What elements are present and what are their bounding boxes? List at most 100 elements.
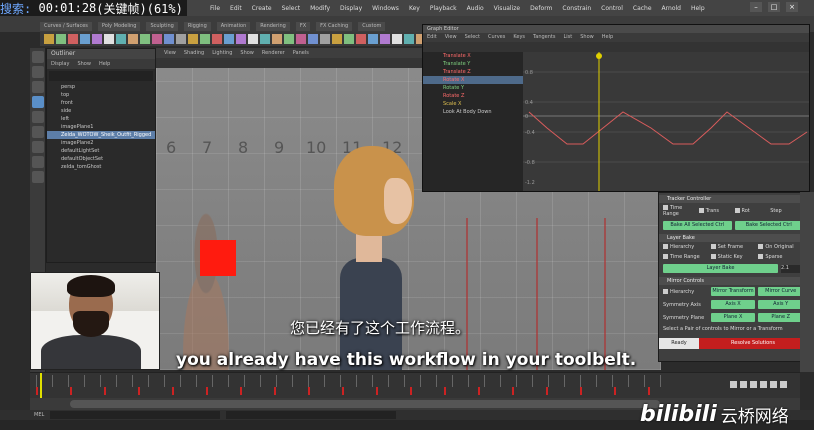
curve-item[interactable]: Translate Z	[423, 68, 523, 76]
curve-item[interactable]: Translate Y	[423, 60, 523, 68]
mirror-transform-button[interactable]: Mirror Transform	[710, 287, 756, 296]
outliner-item[interactable]: side	[47, 107, 155, 115]
shelf-tool-icon[interactable]	[260, 34, 270, 44]
section-mirror[interactable]: Mirror Controls	[659, 277, 807, 285]
menu-item[interactable]: Select	[282, 5, 301, 12]
outliner-item[interactable]: left	[47, 115, 155, 123]
checkbox-icon[interactable]	[698, 208, 704, 213]
layout-four-icon[interactable]	[32, 156, 44, 168]
checkbox-icon[interactable]	[758, 244, 764, 249]
ge-menu-list[interactable]: List	[563, 33, 572, 42]
bake-selected-button[interactable]: Bake Selected Ctrl	[734, 221, 803, 230]
menu-item[interactable]: Constrain	[562, 5, 591, 12]
shelf-tool-icon[interactable]	[44, 34, 54, 44]
translate-curve[interactable]	[528, 111, 808, 145]
outliner-menu-help[interactable]: Help	[99, 59, 110, 69]
outliner-search-input[interactable]	[49, 71, 153, 81]
menu-item[interactable]: Audio	[467, 5, 484, 12]
shelf-tool-icon[interactable]	[368, 34, 378, 44]
menu-item[interactable]: Display	[340, 5, 362, 12]
vp-menu-lighting[interactable]: Lighting	[212, 48, 232, 58]
play-forward-icon[interactable]	[760, 381, 767, 388]
shelf-tool-icon[interactable]	[128, 34, 138, 44]
shelf-tab[interactable]: Curves / Surfaces	[40, 22, 92, 31]
curve-item-selected[interactable]: Rotate X	[423, 76, 523, 84]
vp-menu-show[interactable]: Show	[240, 48, 254, 58]
go-to-start-icon[interactable]	[730, 381, 737, 388]
menu-item[interactable]: Edit	[230, 5, 242, 12]
shelf-tool-icon[interactable]	[356, 34, 366, 44]
checkbox-icon[interactable]	[710, 244, 716, 249]
menu-item[interactable]: Modify	[310, 5, 330, 12]
shelf-tool-icon[interactable]	[380, 34, 390, 44]
shelf-tool-icon[interactable]	[392, 34, 402, 44]
side-tab-strip[interactable]	[800, 192, 814, 372]
checkbox-icon[interactable]	[710, 254, 716, 259]
curve-item[interactable]: Rotate Y	[423, 84, 523, 92]
shelf-tool-icon[interactable]	[320, 34, 330, 44]
menu-item[interactable]: Create	[252, 5, 272, 12]
outliner-item[interactable]: imagePlane2	[47, 139, 155, 147]
shelf-tool-icon[interactable]	[284, 34, 294, 44]
shelf-tool-icon[interactable]	[212, 34, 222, 44]
mirror-curve-button[interactable]: Mirror Curve	[758, 287, 804, 296]
section-layer-bake[interactable]: Layer Bake	[659, 234, 807, 242]
ge-menu-tangents[interactable]: Tangents	[533, 33, 555, 42]
shelf-tool-icon[interactable]	[116, 34, 126, 44]
outliner-menu-display[interactable]: Display	[51, 59, 69, 69]
curve-item[interactable]: Rotate Z	[423, 92, 523, 100]
outliner-menu-show[interactable]: Show	[77, 59, 91, 69]
ge-menu-view[interactable]: View	[445, 33, 457, 42]
shelf-tab[interactable]: Rigging	[183, 22, 211, 31]
shelf-tool-icon[interactable]	[200, 34, 210, 44]
select-tool-icon[interactable]	[32, 51, 44, 63]
curve-item[interactable]: Translate X	[423, 52, 523, 60]
shelf-tab[interactable]: FX Caching	[316, 22, 353, 31]
shelf-tool-icon[interactable]	[92, 34, 102, 44]
ge-menu-keys[interactable]: Keys	[513, 33, 525, 42]
shelf-tool-icon[interactable]	[344, 34, 354, 44]
shelf-tab[interactable]: Animation	[216, 22, 251, 31]
scale-tool-icon[interactable]	[32, 126, 44, 138]
section-tracker[interactable]: Tracker Controller	[659, 195, 807, 203]
ge-menu-curves[interactable]: Curves	[488, 33, 505, 42]
shelf-tool-icon[interactable]	[332, 34, 342, 44]
shelf-tool-icon[interactable]	[56, 34, 66, 44]
shelf-tab[interactable]: Sculpting	[146, 22, 178, 31]
current-time-indicator[interactable]	[40, 373, 42, 399]
shelf-tool-icon[interactable]	[152, 34, 162, 44]
shelf-tab[interactable]: Poly Modeling	[97, 22, 141, 31]
layout-single-icon[interactable]	[32, 141, 44, 153]
shelf-tab[interactable]: FX	[295, 22, 311, 31]
checkbox-icon[interactable]	[663, 288, 668, 294]
resolve-solutions-button[interactable]: Resolve Solutions	[699, 338, 807, 349]
outliner-item[interactable]: top	[47, 91, 155, 99]
menu-item[interactable]: Windows	[372, 5, 399, 12]
outliner-item[interactable]: defaultLightSet	[47, 147, 155, 155]
mel-label[interactable]: MEL	[34, 412, 44, 418]
command-input[interactable]	[50, 411, 221, 419]
curve-item[interactable]: Scale X	[423, 100, 523, 108]
time-marker-head[interactable]	[596, 53, 602, 59]
shelf-tool-icon[interactable]	[404, 34, 414, 44]
shelf-tab[interactable]: Custom	[358, 22, 386, 31]
shelf-tool-icon[interactable]	[140, 34, 150, 44]
outliner-item[interactable]: zelda_tomGhost	[47, 163, 155, 171]
graph-editor-curve-view[interactable]: 0.8 0.4 0 -0.4 -0.8 -1.2	[523, 52, 809, 191]
checkbox-icon[interactable]	[663, 205, 668, 210]
bake-all-button[interactable]: Bake All Selected Ctrl	[663, 221, 732, 230]
axis-x-button[interactable]: Axis X	[710, 300, 756, 309]
checkbox-icon[interactable]	[663, 244, 668, 249]
menu-item[interactable]: File	[210, 5, 220, 12]
go-to-end-icon[interactable]	[780, 381, 787, 388]
play-back-icon[interactable]	[750, 381, 757, 388]
shelf-tool-icon[interactable]	[308, 34, 318, 44]
checkbox-icon[interactable]	[663, 254, 668, 259]
ge-menu-show[interactable]: Show	[580, 33, 594, 42]
vp-menu-renderer[interactable]: Renderer	[262, 48, 285, 58]
menu-item[interactable]: Visualize	[494, 5, 520, 12]
outliner-item[interactable]: persp	[47, 83, 155, 91]
shelf-tool-icon[interactable]	[224, 34, 234, 44]
minimize-icon[interactable]: –	[750, 2, 762, 12]
vp-menu-view[interactable]: View	[164, 48, 176, 58]
